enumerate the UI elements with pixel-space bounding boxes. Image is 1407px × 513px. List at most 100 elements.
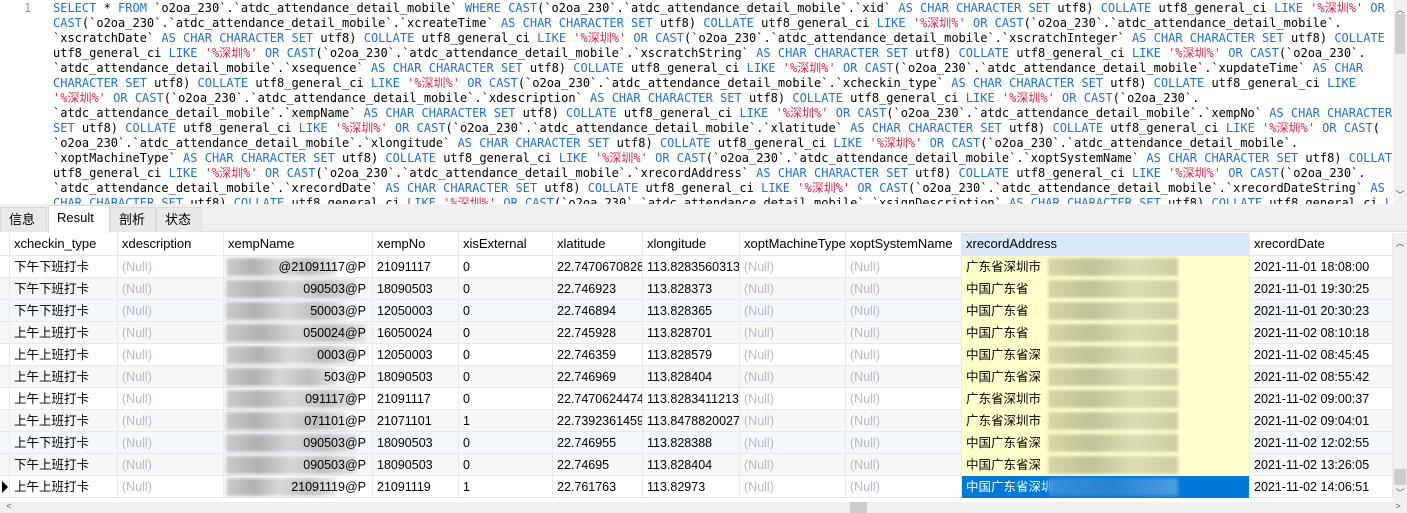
cell-xdescription[interactable]: (Null) xyxy=(118,454,224,476)
cell-xoptMachineType[interactable]: (Null) xyxy=(740,432,846,454)
cell-xempNo[interactable]: 18090503 xyxy=(373,278,459,300)
cell-xdescription[interactable]: (Null) xyxy=(118,366,224,388)
cell-xoptMachineType[interactable]: (Null) xyxy=(740,278,846,300)
cell-xlatitude[interactable]: 22.746923 xyxy=(553,278,643,300)
cell-xrecordAddress[interactable]: 中国广东省 xyxy=(962,278,1250,300)
cell-xisExternal[interactable]: 0 xyxy=(459,388,553,410)
cell-xempNo[interactable]: 21071101 xyxy=(373,410,459,432)
cell-xrecordDate[interactable]: 2021-11-02 09:04:01 xyxy=(1250,410,1393,432)
cell-xisExternal[interactable]: 1 xyxy=(459,476,553,498)
cell-xisExternal[interactable]: 0 xyxy=(459,432,553,454)
cell-xrecordAddress[interactable]: 广东省深圳市 xyxy=(962,388,1250,410)
cell-xlatitude[interactable]: 22.7470670828 xyxy=(553,256,643,278)
cell-xoptSystemName[interactable]: (Null) xyxy=(846,322,962,344)
cell-xoptSystemName[interactable]: (Null) xyxy=(846,256,962,278)
cell-xempNo[interactable]: 18090503 xyxy=(373,432,459,454)
column-header-xdescription[interactable]: xdescription xyxy=(118,233,224,255)
cell-xlatitude[interactable]: 22.746969 xyxy=(553,366,643,388)
column-header-xoptSystemName[interactable]: xoptSystemName xyxy=(846,233,962,255)
cell-xoptSystemName[interactable]: (Null) xyxy=(846,432,962,454)
row-selector[interactable] xyxy=(0,300,10,322)
cell-xrecordDate[interactable]: 2021-11-02 14:06:51 xyxy=(1250,476,1393,498)
cell-xoptSystemName[interactable]: (Null) xyxy=(846,388,962,410)
grid-vertical-scrollbar[interactable]: ︿ ﹀ xyxy=(1393,233,1407,502)
cell-xisExternal[interactable]: 0 xyxy=(459,278,553,300)
cell-xisExternal[interactable]: 1 xyxy=(459,410,553,432)
cell-xoptMachineType[interactable]: (Null) xyxy=(740,366,846,388)
row-selector[interactable] xyxy=(0,454,10,476)
column-header-xisExternal[interactable]: xisExternal xyxy=(459,233,553,255)
cell-xempName[interactable]: 090503@P xyxy=(224,454,373,476)
cell-xempNo[interactable]: 16050024 xyxy=(373,322,459,344)
table-row[interactable]: 下午下班打卡 (Null) @21091117@P 21091117 0 22.74706… xyxy=(0,256,1393,278)
cell-xoptSystemName[interactable]: (Null) xyxy=(846,476,962,498)
table-row[interactable]: 下午上班打卡 (Null) 090503@P 18090503 0 22.74695 113… xyxy=(0,454,1393,476)
column-header-xcheckin_type[interactable]: xcheckin_type xyxy=(10,233,118,255)
cell-xempName[interactable]: @21091117@P xyxy=(224,256,373,278)
cell-xlatitude[interactable]: 22.746359 xyxy=(553,344,643,366)
cell-xoptSystemName[interactable]: (Null) xyxy=(846,454,962,476)
cell-xempNo[interactable]: 21091117 xyxy=(373,256,459,278)
sql-code[interactable]: SELECT * FROM `o2oa_230`.`atdc_attendanc… xyxy=(53,1,1407,204)
cell-xcheckin_type[interactable]: 上午上班打卡 xyxy=(10,344,118,366)
table-row[interactable]: 上午上班打卡 (Null) 071101@P 21071101 1 22.73923614… xyxy=(0,410,1393,432)
cell-xrecordDate[interactable]: 2021-11-02 08:45:45 xyxy=(1250,344,1393,366)
table-row[interactable]: 下午下班打卡 (Null) 090503@P 18090503 0 22.746923 11… xyxy=(0,278,1393,300)
cell-xcheckin_type[interactable]: 下午下班打卡 xyxy=(10,278,118,300)
cell-xlongitude[interactable]: 113.82973 xyxy=(643,476,740,498)
cell-xrecordAddress[interactable]: 中国广东省 xyxy=(962,322,1250,344)
cell-xoptMachineType[interactable]: (Null) xyxy=(740,476,846,498)
tab-info[interactable]: 信息 xyxy=(0,207,47,232)
table-row[interactable]: 上午上班打卡 (Null) 050024@P 16050024 0 22.745928 11… xyxy=(0,322,1393,344)
row-selector[interactable] xyxy=(0,366,10,388)
cell-xrecordAddress[interactable]: 广东省深圳市 xyxy=(962,256,1250,278)
scroll-down-icon[interactable]: ﹀ xyxy=(1393,188,1407,201)
cell-xlongitude[interactable]: 113.8283411213 xyxy=(643,388,740,410)
scroll-down-icon[interactable]: ﹀ xyxy=(1393,486,1407,499)
cell-xrecordDate[interactable]: 2021-11-02 08:55:42 xyxy=(1250,366,1393,388)
cell-xdescription[interactable]: (Null) xyxy=(118,300,224,322)
cell-xlatitude[interactable]: 22.761763 xyxy=(553,476,643,498)
row-selector[interactable] xyxy=(0,410,10,432)
cell-xrecordAddress[interactable]: 中国广东省深 xyxy=(962,454,1250,476)
cell-xdescription[interactable]: (Null) xyxy=(118,256,224,278)
cell-xoptMachineType[interactable]: (Null) xyxy=(740,256,846,278)
cell-xempName[interactable]: 0003@P xyxy=(224,344,373,366)
cell-xlatitude[interactable]: 22.74695 xyxy=(553,454,643,476)
cell-xdescription[interactable]: (Null) xyxy=(118,344,224,366)
cell-xcheckin_type[interactable]: 上午上班打卡 xyxy=(10,476,118,498)
cell-xempNo[interactable]: 21091119 xyxy=(373,476,459,498)
cell-xlatitude[interactable]: 22.7392361459 xyxy=(553,410,643,432)
cell-xoptMachineType[interactable]: (Null) xyxy=(740,344,846,366)
cell-xrecordDate[interactable]: 2021-11-02 08:10:18 xyxy=(1250,322,1393,344)
cell-xrecordAddress[interactable]: 中国广东省深 xyxy=(962,344,1250,366)
table-row[interactable]: 上午下班打卡 (Null) 090503@P 18090503 0 22.746955 11… xyxy=(0,432,1393,454)
cell-xempName[interactable]: 071101@P xyxy=(224,410,373,432)
cell-xoptMachineType[interactable]: (Null) xyxy=(740,322,846,344)
cell-xlongitude[interactable]: 113.8478820027 xyxy=(643,410,740,432)
cell-xcheckin_type[interactable]: 下午下班打卡 xyxy=(10,256,118,278)
scroll-left-icon[interactable]: < xyxy=(2,501,16,511)
cell-xcheckin_type[interactable]: 上午上班打卡 xyxy=(10,322,118,344)
cell-xdescription[interactable]: (Null) xyxy=(118,322,224,344)
scroll-up-icon[interactable]: ︿ xyxy=(1393,236,1407,249)
table-row[interactable]: 上午上班打卡 (Null) 21091119@P 21091119 1 22.761763… xyxy=(0,476,1393,498)
column-header-xlatitude[interactable]: xlatitude xyxy=(553,233,643,255)
cell-xrecordDate[interactable]: 2021-11-01 20:30:23 xyxy=(1250,300,1393,322)
cell-xrecordDate[interactable]: 2021-11-02 12:02:55 xyxy=(1250,432,1393,454)
cell-xcheckin_type[interactable]: 上午上班打卡 xyxy=(10,410,118,432)
cell-xempNo[interactable]: 18090503 xyxy=(373,454,459,476)
column-header-xempNo[interactable]: xempNo xyxy=(373,233,459,255)
cell-xrecordAddress[interactable]: 中国广东省深 xyxy=(962,366,1250,388)
cell-xlatitude[interactable]: 22.745928 xyxy=(553,322,643,344)
cell-xdescription[interactable]: (Null) xyxy=(118,388,224,410)
cell-xrecordDate[interactable]: 2021-11-02 09:00:37 xyxy=(1250,388,1393,410)
cell-xcheckin_type[interactable]: 下午上班打卡 xyxy=(10,454,118,476)
cell-xrecordAddress[interactable]: 中国广东省深 xyxy=(962,432,1250,454)
table-row[interactable]: 上午上班打卡 (Null) 091117@P 21091117 0 22.74706244… xyxy=(0,388,1393,410)
cell-xdescription[interactable]: (Null) xyxy=(118,432,224,454)
cell-xlongitude[interactable]: 113.828701 xyxy=(643,322,740,344)
editor-vertical-scrollbar[interactable]: ︿ ﹀ xyxy=(1393,0,1407,204)
cell-xoptSystemName[interactable]: (Null) xyxy=(846,344,962,366)
cell-xisExternal[interactable]: 0 xyxy=(459,454,553,476)
